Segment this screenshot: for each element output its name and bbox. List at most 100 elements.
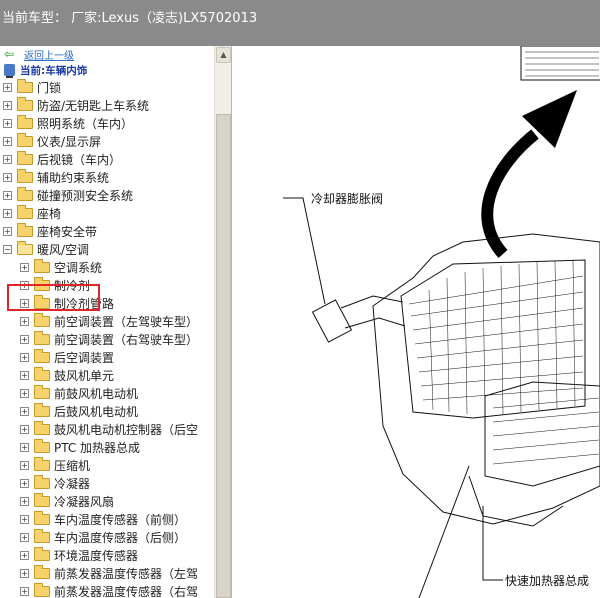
tree-item-interior-mirror[interactable]: + 后视镜（车内） bbox=[0, 150, 214, 168]
tree-subitem-label: 空调系统 bbox=[54, 260, 103, 275]
expand-icon[interactable]: + bbox=[20, 442, 29, 452]
diagram-viewer: 冷却器膨胀阀 快速加热器总成 bbox=[233, 46, 600, 598]
expand-icon[interactable]: + bbox=[20, 424, 29, 434]
scroll-up-arrow-icon[interactable]: ▲ bbox=[216, 47, 231, 63]
expand-icon[interactable]: + bbox=[3, 82, 12, 92]
expand-icon[interactable]: + bbox=[20, 352, 29, 362]
tree-subitem-label: 环境温度传感器 bbox=[54, 548, 139, 563]
tree-item-door-lock[interactable]: + 门锁 bbox=[0, 78, 214, 96]
tree-subitem[interactable]: + 车内温度传感器（后侧） bbox=[0, 528, 214, 546]
expand-icon[interactable]: + bbox=[20, 478, 29, 488]
tree-item-seat-belt[interactable]: + 座椅安全带 bbox=[0, 222, 214, 240]
expand-icon[interactable]: + bbox=[3, 172, 12, 182]
tree-subitem-label: 制冷剂 bbox=[54, 278, 91, 293]
expand-icon[interactable]: + bbox=[3, 190, 12, 200]
expand-icon[interactable]: + bbox=[20, 568, 29, 578]
expand-icon[interactable]: + bbox=[20, 316, 29, 326]
back-link-row[interactable]: ⇦ 返回上一级 bbox=[4, 46, 74, 62]
sidebar-tree-panel: ⇦ 返回上一级 当前:车辆内饰 + 门锁 + 防盗/无钥匙上车系统 + 照明系统… bbox=[0, 46, 232, 598]
tree-item-seat[interactable]: + 座椅 bbox=[0, 204, 214, 222]
folder-icon bbox=[34, 528, 50, 543]
folder-icon bbox=[17, 186, 33, 201]
expand-icon[interactable]: + bbox=[3, 208, 12, 218]
expand-icon[interactable]: + bbox=[20, 388, 29, 398]
expand-icon[interactable]: + bbox=[20, 550, 29, 560]
expand-icon[interactable]: + bbox=[20, 298, 29, 308]
tree-item-label: 后视镜（车内） bbox=[37, 152, 122, 167]
expand-icon[interactable]: + bbox=[20, 586, 29, 596]
expand-icon[interactable]: + bbox=[20, 460, 29, 470]
callout-quick-heater: 快速加热器总成 bbox=[505, 574, 590, 588]
tree-item-srs[interactable]: + 辅助约束系统 bbox=[0, 168, 214, 186]
tree-subitem[interactable]: + 制冷剂管路 bbox=[0, 294, 214, 312]
collapse-icon[interactable]: − bbox=[3, 244, 12, 254]
tree-subitem-label: 前蒸发器温度传感器（左驾 bbox=[54, 566, 199, 581]
tree-subitem[interactable]: + 环境温度传感器 bbox=[0, 546, 214, 564]
tree-subitem-label: 车内温度传感器（前侧） bbox=[54, 512, 187, 527]
folder-icon bbox=[34, 420, 50, 435]
folder-icon bbox=[34, 546, 50, 561]
scrollbar-thumb[interactable] bbox=[216, 114, 231, 598]
tree-subitem[interactable]: + 前蒸发器温度传感器（右驾 bbox=[0, 582, 214, 598]
tree-item-label: 照明系统（车内） bbox=[37, 116, 134, 131]
expand-icon[interactable]: + bbox=[20, 514, 29, 524]
tree-subitem[interactable]: + 鼓风机单元 bbox=[0, 366, 214, 384]
callout-leader-valve bbox=[283, 197, 326, 305]
tree-subitem-label: 前空调装置（右驾驶车型） bbox=[54, 332, 199, 347]
tree-subitem[interactable]: + 压缩机 bbox=[0, 456, 214, 474]
tree-subitem[interactable]: + 鼓风机电动机控制器（后空 bbox=[0, 420, 214, 438]
sidebar-scrollbar[interactable]: ▲ bbox=[214, 46, 231, 598]
tree-item-interior-lighting[interactable]: + 照明系统（车内） bbox=[0, 114, 214, 132]
expand-icon[interactable]: + bbox=[3, 118, 12, 128]
folder-icon bbox=[17, 222, 33, 237]
tree-item-heater-ac[interactable]: − 暖风/空调 bbox=[0, 240, 214, 258]
tree-subitem-label: 鼓风机电动机控制器（后空 bbox=[54, 422, 199, 437]
expand-icon[interactable]: + bbox=[20, 496, 29, 506]
folder-icon bbox=[34, 330, 50, 345]
expand-icon[interactable]: + bbox=[3, 136, 12, 146]
folder-icon bbox=[17, 168, 33, 183]
window-title: 当前车型： 厂家:Lexus（凌志)LX5702013 bbox=[0, 0, 600, 46]
current-location-label: 当前:车辆内饰 bbox=[20, 64, 88, 77]
tree-subitem[interactable]: + 冷凝器风扇 bbox=[0, 492, 214, 510]
folder-icon bbox=[34, 438, 50, 453]
tree-subitem[interactable]: + 后空调装置 bbox=[0, 348, 214, 366]
tree-subitem[interactable]: + 后鼓风机电动机 bbox=[0, 402, 214, 420]
tree-item-instrument-display[interactable]: + 仪表/显示屏 bbox=[0, 132, 214, 150]
back-link[interactable]: 返回上一级 bbox=[24, 47, 74, 62]
expand-icon[interactable]: + bbox=[3, 154, 12, 164]
folder-icon bbox=[34, 258, 50, 273]
expand-icon[interactable]: + bbox=[20, 262, 29, 272]
tree-subitem-label: 鼓风机单元 bbox=[54, 368, 115, 383]
expand-icon[interactable]: + bbox=[20, 406, 29, 416]
callout-expansion-valve: 冷却器膨胀阀 bbox=[311, 192, 384, 206]
tree-subitem[interactable]: + 空调系统 bbox=[0, 258, 214, 276]
tree-item-anti-theft[interactable]: + 防盗/无钥匙上车系统 bbox=[0, 96, 214, 114]
expand-icon[interactable]: + bbox=[20, 280, 29, 290]
expand-icon[interactable]: + bbox=[20, 334, 29, 344]
tree-subitem-label: 后鼓风机电动机 bbox=[54, 404, 139, 419]
tree-subitem[interactable]: + 车内温度传感器（前侧） bbox=[0, 510, 214, 528]
tree-subitem[interactable]: + 制冷剂 bbox=[0, 276, 214, 294]
folder-icon bbox=[34, 348, 50, 363]
folder-icon bbox=[34, 366, 50, 381]
back-arrow-icon[interactable]: ⇦ bbox=[4, 47, 20, 61]
tree-item-label: 门锁 bbox=[37, 80, 62, 95]
tree-item-label: 暖风/空调 bbox=[37, 242, 90, 257]
tree-subitem[interactable]: + PTC 加热器总成 bbox=[0, 438, 214, 456]
tree-subitem[interactable]: + 前空调装置（左驾驶车型） bbox=[0, 312, 214, 330]
expand-icon[interactable]: + bbox=[3, 226, 12, 236]
tree-subitem-label: 冷凝器 bbox=[54, 476, 91, 491]
tree-subitem[interactable]: + 前鼓风机电动机 bbox=[0, 384, 214, 402]
tree-subitem[interactable]: + 前空调装置（右驾驶车型） bbox=[0, 330, 214, 348]
folder-icon bbox=[17, 204, 33, 219]
expand-icon[interactable]: + bbox=[20, 370, 29, 380]
folder-icon bbox=[34, 276, 50, 291]
tree-item-pre-collision[interactable]: + 碰撞预测安全系统 bbox=[0, 186, 214, 204]
tree-subitem[interactable]: + 前蒸发器温度传感器（左驾 bbox=[0, 564, 214, 582]
quick-heater-assembly bbox=[484, 381, 600, 487]
tree-subitem[interactable]: + 冷凝器 bbox=[0, 474, 214, 492]
expand-icon[interactable]: + bbox=[3, 100, 12, 110]
tree-subitem-label: 制冷剂管路 bbox=[54, 296, 115, 311]
expand-icon[interactable]: + bbox=[20, 532, 29, 542]
